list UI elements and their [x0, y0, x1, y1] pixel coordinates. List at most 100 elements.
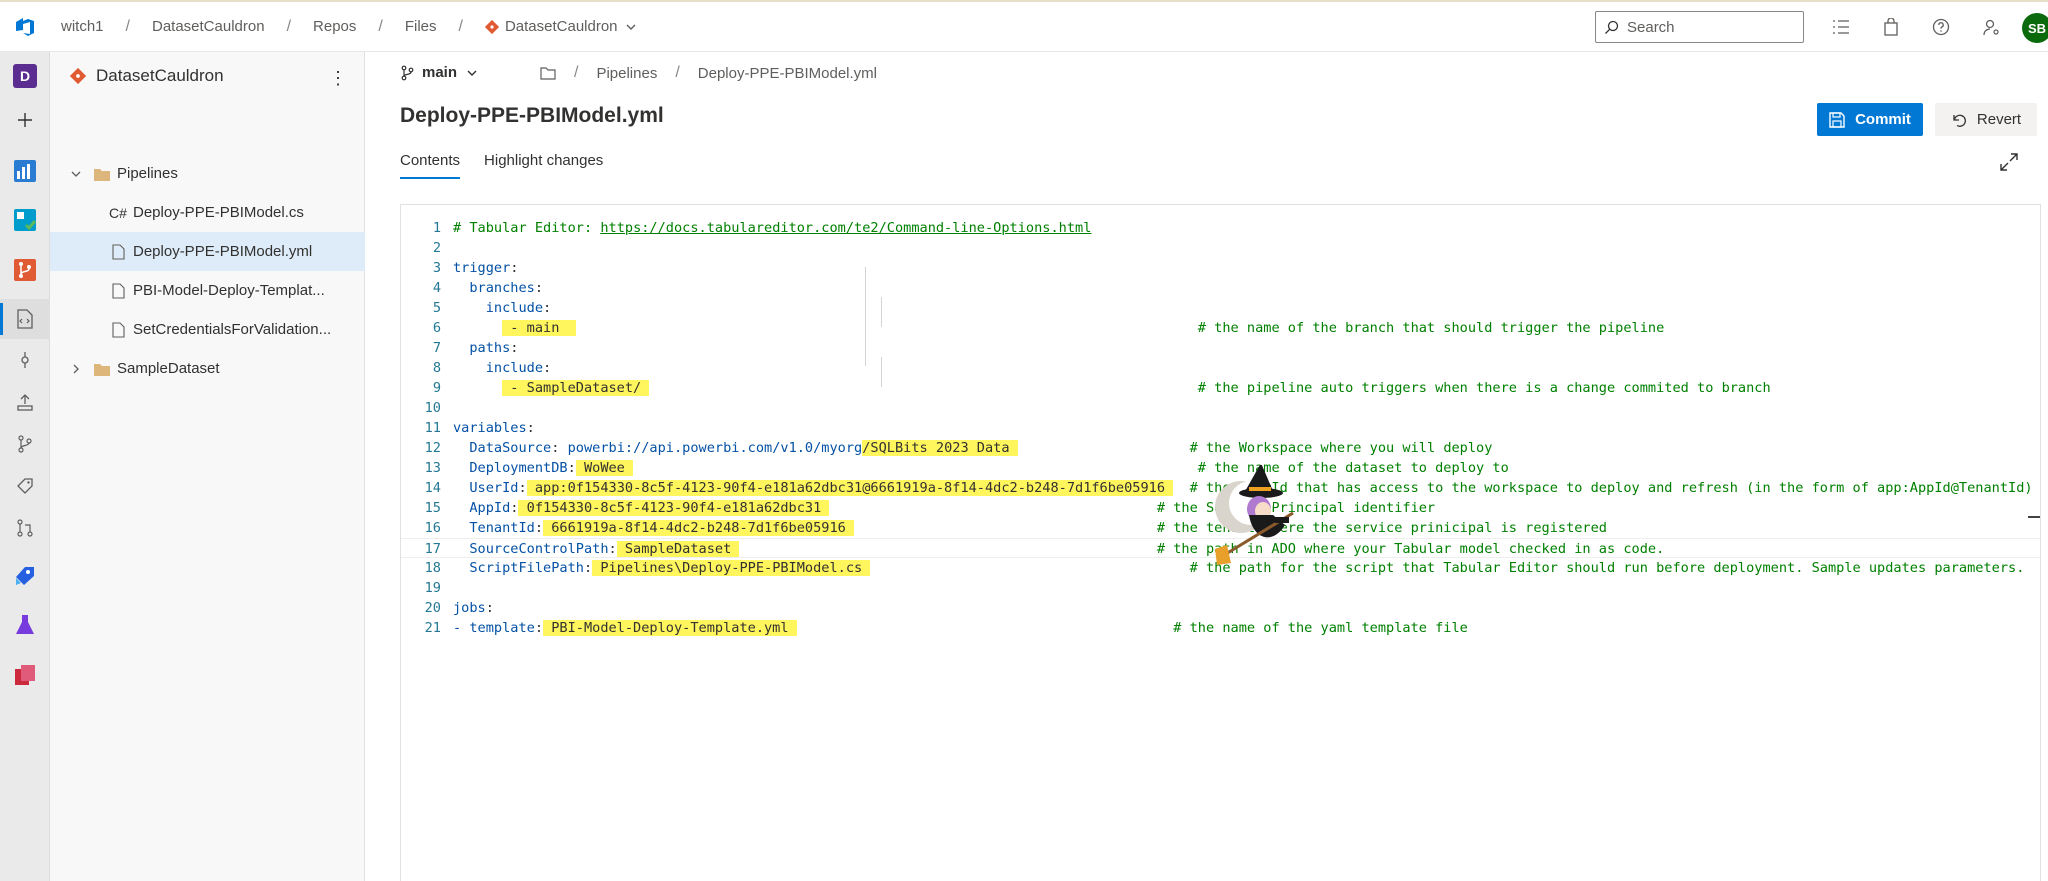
artifacts-icon[interactable]	[0, 655, 50, 695]
repo-header[interactable]: DatasetCauldron	[70, 66, 224, 86]
code-editor[interactable]: 1 # Tabular Editor: https://docs.tabulare…	[400, 204, 2041, 881]
files-nav-icon[interactable]	[0, 299, 50, 339]
code-line[interactable]: 8 include:	[401, 358, 2040, 378]
path-crumb-pipelines[interactable]: Pipelines	[596, 65, 657, 82]
code-line[interactable]: 10	[401, 398, 2040, 418]
highlighted-value: 6661919a-8f14-4dc2-b248-7d1f6be05916	[543, 520, 855, 536]
code-text: DataSource: powerbi://api.powerbi.com/v1…	[453, 438, 1492, 458]
branch-selector[interactable]: main	[400, 64, 479, 81]
code-line[interactable]: 11 variables:	[401, 418, 2040, 438]
code-token: TenantId	[453, 520, 535, 536]
add-icon[interactable]	[0, 100, 50, 140]
page-title: Deploy-PPE-PBIModel.yml	[400, 104, 664, 127]
tree-file-template[interactable]: PBI-Model-Deploy-Templat...	[50, 271, 365, 310]
tree-file-yml[interactable]: Deploy-PPE-PBIModel.yml	[50, 232, 365, 271]
code-line[interactable]: 20 jobs:	[401, 598, 2040, 618]
highlighted-value: app:0f154330-8c5f-4123-90f4-e181a62dbc31…	[526, 480, 1174, 496]
work-items-list-icon[interactable]	[1830, 16, 1852, 38]
code-token: - template	[453, 620, 535, 636]
search-placeholder: Search	[1627, 18, 1675, 36]
repo-crumb-label: DatasetCauldron	[504, 18, 618, 35]
repo-selector[interactable]: DatasetCauldron	[484, 18, 638, 35]
crumb-separator: /	[574, 64, 579, 81]
fullscreen-icon[interactable]	[2000, 153, 2018, 171]
line-number: 17	[424, 541, 441, 557]
help-icon[interactable]	[1930, 16, 1952, 38]
code-line[interactable]: 3 trigger:	[401, 258, 2040, 278]
revert-label: Revert	[1976, 111, 2022, 128]
tags-icon[interactable]	[0, 466, 50, 506]
code-token: UserId	[453, 480, 519, 496]
code-line[interactable]: 12 DataSource: powerbi://api.powerbi.com…	[401, 438, 2040, 458]
code-line[interactable]: 2	[401, 238, 2040, 258]
marketplace-bag-icon[interactable]	[1880, 16, 1902, 38]
code-line[interactable]: 7 paths:	[401, 338, 2040, 358]
indent-guide	[881, 297, 882, 327]
crumb-project[interactable]: DatasetCauldron	[152, 18, 265, 35]
code-token: DataSource	[453, 440, 552, 456]
code-text: # Tabular Editor: https://docs.tabulared…	[453, 218, 1091, 238]
overview-icon[interactable]	[0, 151, 50, 191]
azure-devops-logo-icon[interactable]	[0, 2, 50, 52]
more-options-icon[interactable]: ⋮	[329, 66, 347, 90]
path-crumb-file[interactable]: Deploy-PPE-PBIModel.yml	[698, 65, 877, 82]
tree-file-cs[interactable]: C# Deploy-PPE-PBIModel.cs	[50, 193, 365, 232]
crumb-separator: /	[125, 17, 130, 35]
chevron-right-icon	[73, 364, 79, 373]
tab-highlight-changes[interactable]: Highlight changes	[484, 152, 603, 179]
code-line[interactable]: 19	[401, 578, 2040, 598]
commits-icon[interactable]	[0, 340, 50, 380]
crumb-files[interactable]: Files	[405, 18, 437, 35]
line-number: 19	[424, 580, 441, 596]
repos-icon[interactable]	[0, 250, 50, 290]
code-line[interactable]: 4 branches:	[401, 278, 2040, 298]
crumb-repos[interactable]: Repos	[313, 18, 356, 35]
navigation-rail: D	[0, 52, 50, 881]
tree-folder-pipelines[interactable]: Pipelines	[50, 154, 365, 193]
crumb-org[interactable]: witch1	[61, 18, 104, 35]
user-settings-icon[interactable]	[1980, 16, 2002, 38]
tree-item-label: Pipelines	[117, 165, 178, 182]
folder-icon	[94, 363, 110, 376]
test-plans-icon[interactable]	[0, 605, 50, 645]
git-repo-icon	[484, 19, 499, 34]
line-number: 10	[424, 400, 441, 416]
line-number: 14	[424, 480, 441, 496]
project-badge[interactable]: D	[0, 56, 50, 96]
boards-icon[interactable]	[0, 200, 50, 240]
pushes-icon[interactable]	[0, 382, 50, 422]
code-token: :	[551, 440, 568, 456]
code-line[interactable]: 5 include:	[401, 298, 2040, 318]
pipelines-icon[interactable]	[0, 555, 50, 595]
highlighted-value: WoWee	[575, 460, 634, 476]
code-line[interactable]: 6 - main # the name of the branch that s…	[401, 318, 2040, 338]
commit-button[interactable]: Commit	[1817, 103, 1923, 136]
code-text: branches:	[453, 278, 543, 298]
folder-outline-icon[interactable]	[540, 66, 556, 80]
csharp-file-icon: C#	[109, 204, 127, 221]
tree-item-label: PBI-Model-Deploy-Templat...	[133, 282, 325, 299]
code-line[interactable]: 21 - template: PBI-Model-Deploy-Template.…	[401, 618, 2040, 638]
avatar[interactable]: SB	[2022, 13, 2048, 43]
tree-folder-sampledataset[interactable]: SampleDataset	[50, 349, 365, 388]
revert-button[interactable]: Revert	[1935, 103, 2037, 136]
branches-icon[interactable]	[0, 424, 50, 464]
pull-requests-icon[interactable]	[0, 508, 50, 548]
code-line[interactable]: 1 # Tabular Editor: https://docs.tabulare…	[401, 218, 2040, 238]
chevron-down-icon	[626, 24, 636, 30]
code-line[interactable]: 9 - SampleDataset/ # the pipeline auto t…	[401, 378, 2040, 398]
undo-icon	[1953, 114, 1966, 127]
search-input[interactable]: Search	[1595, 11, 1804, 43]
tab-contents[interactable]: Contents	[400, 152, 461, 179]
commit-label: Commit	[1855, 111, 1911, 128]
tree-file-setcredentials[interactable]: SetCredentialsForValidation...	[50, 310, 365, 349]
project-badge-letter: D	[13, 64, 37, 88]
line-number: 18	[424, 560, 441, 576]
